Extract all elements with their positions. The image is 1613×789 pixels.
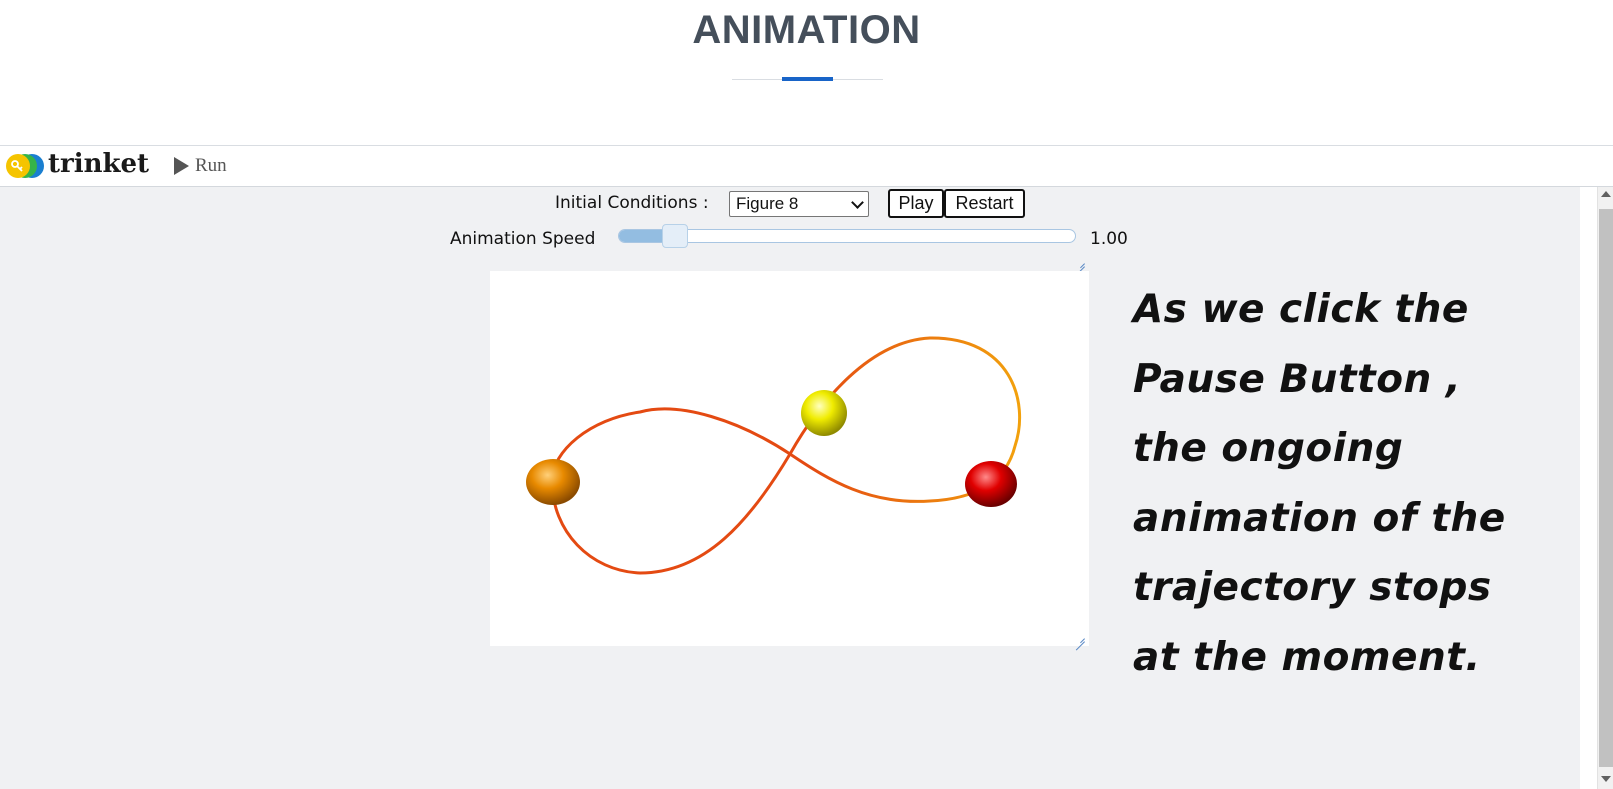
trinket-output-area: Initial Conditions : Figure 8 Play Resta… [0,187,1580,789]
slider-handle[interactable] [662,224,688,248]
annotation-line: the ongoing [1133,426,1404,471]
trajectory-scene [526,336,1022,575]
annotation-line: animation of the [1133,495,1506,541]
annotation-text: As we click the Pause Button , the ongoi… [1133,275,1573,692]
orange-body [526,459,580,505]
chevron-down-icon [851,196,864,209]
scroll-up-arrow-icon[interactable] [1601,191,1611,197]
canvas-resize-grip-icon[interactable] [1075,632,1085,642]
scroll-thumb[interactable] [1599,209,1613,767]
initial-conditions-value: Figure 8 [736,194,799,213]
resize-grip-icon[interactable] [1075,257,1085,267]
run-label: Run [195,155,227,176]
trinket-logo-text: trinket [48,149,150,179]
scroll-down-arrow-icon[interactable] [1601,776,1611,782]
figure-eight-trajectory [550,336,1022,575]
yellow-body [801,390,847,436]
trinket-logo-icon [6,154,44,178]
red-body [965,461,1017,507]
vertical-scrollbar[interactable] [1597,187,1613,789]
title-accent-bar [782,77,833,81]
animation-canvas [490,271,1089,646]
annotation-line: trajectory stops [1133,565,1492,610]
annotation-line: Pause Button , [1133,356,1462,402]
play-button[interactable]: Play [888,189,944,218]
restart-button[interactable]: Restart [944,189,1025,218]
animation-speed-label: Animation Speed [450,229,596,249]
animation-speed-value: 1.00 [1090,229,1128,249]
initial-conditions-select[interactable]: Figure 8 [729,191,869,217]
page-title: ANIMATION [692,8,921,52]
initial-conditions-label: Initial Conditions : [555,193,709,213]
annotation-line: at the moment. [1133,634,1481,680]
page-header: ANIMATION [0,0,1613,146]
animation-speed-slider[interactable] [618,224,1076,248]
play-triangle-icon [174,157,189,175]
trinket-toolbar: trinket Run [0,146,1613,187]
annotation-line: As we click the [1133,287,1469,332]
run-button[interactable]: Run [174,154,227,178]
